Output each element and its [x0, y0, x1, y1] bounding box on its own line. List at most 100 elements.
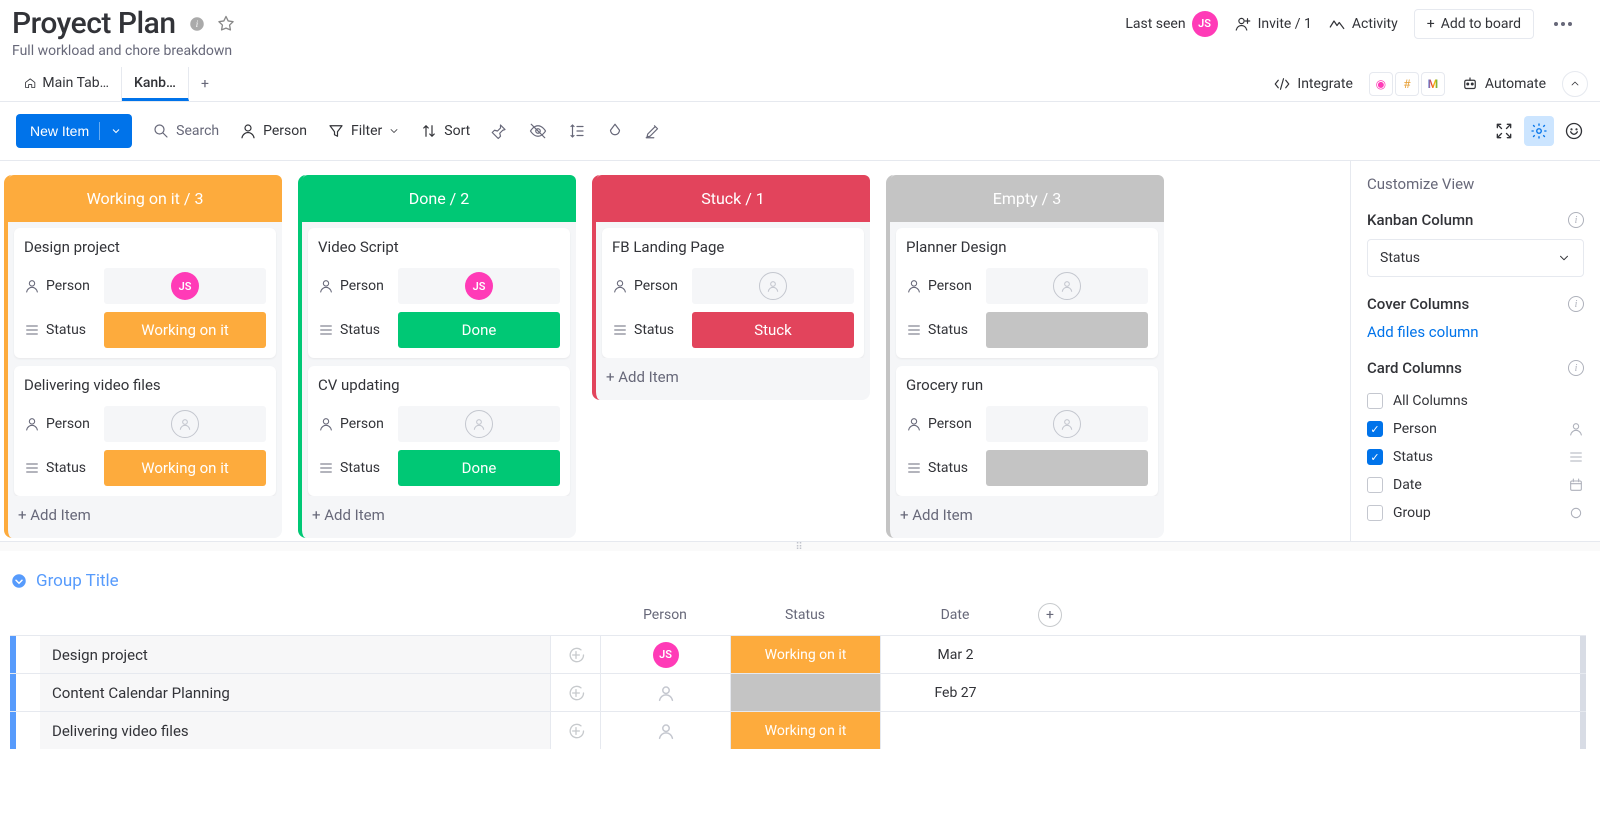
- add-item-button[interactable]: + Add Item: [890, 496, 1164, 532]
- checkbox-all-columns[interactable]: All Columns: [1367, 387, 1584, 415]
- add-files-column-link[interactable]: Add files column: [1367, 323, 1584, 341]
- collapse-group-icon[interactable]: [10, 572, 28, 590]
- slack-icon[interactable]: #: [1395, 72, 1419, 96]
- checkbox-date[interactable]: Date: [1367, 471, 1584, 499]
- star-icon[interactable]: [216, 14, 236, 34]
- add-view-button[interactable]: +: [189, 68, 221, 100]
- info-icon[interactable]: i: [188, 15, 206, 33]
- card-person[interactable]: [986, 268, 1148, 304]
- panel-title: Customize View: [1367, 175, 1584, 193]
- group-title[interactable]: Group Title: [36, 571, 119, 591]
- automate-button[interactable]: Automate: [1461, 75, 1546, 93]
- integration-icon-1[interactable]: ◉: [1369, 72, 1393, 96]
- tab-kanban[interactable]: Kanb…: [122, 67, 189, 101]
- col-status[interactable]: Status: [730, 607, 880, 623]
- checkbox-status[interactable]: Status: [1367, 443, 1584, 471]
- add-to-board-label: Add to board: [1441, 16, 1521, 32]
- item-name[interactable]: Design project: [40, 636, 550, 673]
- kanban-card[interactable]: Planner DesignPersonStatus: [896, 228, 1158, 358]
- table-row[interactable]: Delivering video files Working on it: [10, 711, 1586, 749]
- add-comment-button[interactable]: [550, 674, 600, 711]
- card-person[interactable]: [986, 406, 1148, 442]
- cell-status[interactable]: [730, 674, 880, 711]
- board-title[interactable]: Proyect Plan: [12, 6, 176, 41]
- info-icon[interactable]: i: [1568, 360, 1584, 376]
- new-item-button[interactable]: New Item: [16, 114, 132, 148]
- cell-status[interactable]: Working on it: [730, 636, 880, 673]
- cell-person[interactable]: [600, 712, 730, 749]
- add-to-board-button[interactable]: + Add to board: [1414, 9, 1534, 39]
- checkbox-group[interactable]: Group: [1367, 499, 1584, 527]
- card-person[interactable]: [692, 268, 854, 304]
- card-person[interactable]: JS: [398, 268, 560, 304]
- integrate-button[interactable]: Integrate: [1273, 75, 1353, 93]
- cell-date[interactable]: Feb 27: [880, 674, 1030, 711]
- table-row[interactable]: Content Calendar Planning Feb 27: [10, 673, 1586, 711]
- activity-button[interactable]: Activity: [1328, 15, 1398, 33]
- card-status[interactable]: Stuck: [692, 312, 854, 348]
- add-comment-button[interactable]: [550, 712, 600, 749]
- search-button[interactable]: Search: [152, 122, 219, 140]
- collapse-header-button[interactable]: [1562, 71, 1588, 97]
- card-status[interactable]: Done: [398, 450, 560, 486]
- pin-icon[interactable]: [490, 122, 508, 140]
- kanban-card[interactable]: CV updatingPersonStatusDone: [308, 366, 570, 496]
- cell-status[interactable]: Working on it: [730, 712, 880, 749]
- height-icon[interactable]: [568, 122, 586, 140]
- view-settings-button[interactable]: [1524, 116, 1554, 146]
- cell-date[interactable]: Mar 2: [880, 636, 1030, 673]
- gmail-icon[interactable]: M: [1421, 72, 1445, 96]
- invite-button[interactable]: Invite / 1: [1234, 15, 1312, 33]
- add-column-button[interactable]: +: [1038, 603, 1062, 627]
- column-header[interactable]: Empty / 3: [890, 175, 1164, 222]
- split-drag-handle[interactable]: ⠿: [0, 541, 1600, 551]
- item-name[interactable]: Content Calendar Planning: [40, 674, 550, 711]
- column-header[interactable]: Working on it / 3: [8, 175, 282, 222]
- kanban-card[interactable]: FB Landing PagePersonStatusStuck: [602, 228, 864, 358]
- cell-date[interactable]: [880, 712, 1030, 749]
- last-seen[interactable]: Last seen JS: [1125, 11, 1217, 37]
- add-comment-button[interactable]: [550, 636, 600, 673]
- card-person[interactable]: JS: [104, 268, 266, 304]
- conversation-icon[interactable]: [1564, 121, 1584, 141]
- kanban-card[interactable]: Grocery runPersonStatus: [896, 366, 1158, 496]
- card-title: Delivering video files: [24, 376, 266, 394]
- card-status[interactable]: [986, 450, 1148, 486]
- edit-icon[interactable]: [644, 122, 662, 140]
- card-status[interactable]: Working on it: [104, 312, 266, 348]
- sort-button[interactable]: Sort: [420, 122, 470, 140]
- color-icon[interactable]: [606, 122, 624, 140]
- cell-person[interactable]: JS: [600, 636, 730, 673]
- card-person[interactable]: [398, 406, 560, 442]
- hide-icon[interactable]: [528, 122, 548, 140]
- kanban-card[interactable]: Video ScriptPersonJSStatusDone: [308, 228, 570, 358]
- collapse-icon[interactable]: [1494, 121, 1514, 141]
- cell-person[interactable]: [600, 674, 730, 711]
- tab-main[interactable]: Main Tab…: [12, 67, 122, 101]
- add-item-button[interactable]: + Add Item: [596, 358, 870, 394]
- more-menu-icon[interactable]: [1550, 22, 1576, 26]
- col-person[interactable]: Person: [600, 607, 730, 623]
- add-item-button[interactable]: + Add Item: [302, 496, 576, 532]
- filter-button[interactable]: Filter: [327, 122, 400, 140]
- table-row[interactable]: Design project JSWorking on itMar 2: [10, 635, 1586, 673]
- info-icon[interactable]: i: [1568, 296, 1584, 312]
- col-date[interactable]: Date: [880, 607, 1030, 623]
- card-status[interactable]: Working on it: [104, 450, 266, 486]
- status-label: Status: [24, 460, 96, 476]
- kanban-column-value: Status: [1380, 250, 1420, 266]
- add-item-button[interactable]: + Add Item: [8, 496, 282, 532]
- card-person[interactable]: [104, 406, 266, 442]
- kanban-card[interactable]: Delivering video filesPersonStatusWorkin…: [14, 366, 276, 496]
- item-name[interactable]: Delivering video files: [40, 712, 550, 749]
- card-status[interactable]: [986, 312, 1148, 348]
- column-header[interactable]: Stuck / 1: [596, 175, 870, 222]
- column-header[interactable]: Done / 2: [302, 175, 576, 222]
- person-filter[interactable]: Person: [239, 122, 307, 140]
- kanban-card[interactable]: Design projectPersonJSStatusWorking on i…: [14, 228, 276, 358]
- kanban-column-select[interactable]: Status: [1367, 239, 1584, 277]
- card-status[interactable]: Done: [398, 312, 560, 348]
- checkbox-person[interactable]: Person: [1367, 415, 1584, 443]
- info-icon[interactable]: i: [1568, 212, 1584, 228]
- person-label: Person: [318, 278, 390, 294]
